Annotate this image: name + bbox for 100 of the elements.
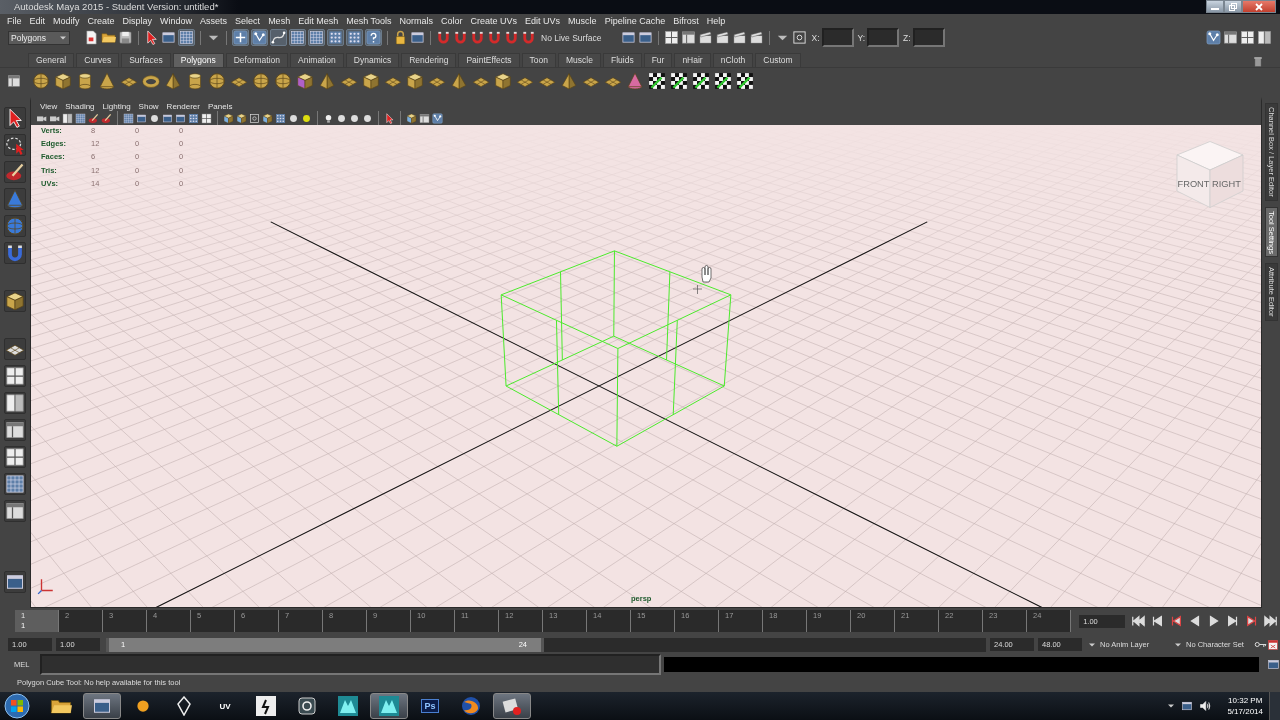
window-icon[interactable] xyxy=(621,30,637,46)
panel-menu-item[interactable]: View xyxy=(36,101,62,111)
panes-icon[interactable] xyxy=(419,112,430,124)
magnet-icon[interactable] xyxy=(453,30,468,46)
magnet-icon[interactable] xyxy=(436,30,451,46)
menu-item[interactable]: Pipeline Cache xyxy=(600,16,670,26)
taskbar-button[interactable]: UV xyxy=(206,693,244,719)
skip-to-end-icon[interactable] xyxy=(1262,614,1280,629)
menu-item[interactable]: Display xyxy=(118,16,157,26)
cylinder-icon[interactable] xyxy=(186,72,204,91)
ball-icon[interactable] xyxy=(349,112,360,124)
speaker-icon[interactable] xyxy=(1199,700,1212,712)
layout-icon[interactable] xyxy=(201,112,212,124)
cube-icon[interactable] xyxy=(262,112,273,124)
checker-icon[interactable] xyxy=(670,72,688,91)
layout-icon[interactable] xyxy=(1240,30,1255,46)
shelf-tab[interactable]: Deformation xyxy=(225,52,288,67)
shelf-tab[interactable]: Polygons xyxy=(172,52,224,67)
menu-item[interactable]: Create UVs xyxy=(466,16,522,26)
grid-icon[interactable] xyxy=(289,29,306,47)
menu-item[interactable]: Muscle xyxy=(564,16,601,26)
pyramid-icon[interactable] xyxy=(318,72,336,91)
menu-item[interactable]: Help xyxy=(702,16,730,26)
restore-icon[interactable] xyxy=(1229,2,1237,11)
lock-icon[interactable] xyxy=(393,30,408,46)
ball-icon[interactable] xyxy=(149,112,160,124)
taskbar-button[interactable] xyxy=(83,693,121,719)
magnet-icon[interactable] xyxy=(470,30,485,46)
cube-icon[interactable] xyxy=(4,289,26,312)
cube-icon[interactable] xyxy=(362,72,380,91)
shelf-tab[interactable]: Custom xyxy=(755,52,801,67)
shelf-tab[interactable]: Animation xyxy=(290,52,344,67)
minimize-button[interactable] xyxy=(1206,0,1224,13)
pyramid-icon[interactable] xyxy=(560,72,578,91)
menu-item[interactable]: Assets xyxy=(196,16,232,26)
checker-icon[interactable] xyxy=(714,72,732,91)
menu-item[interactable]: Edit Mesh xyxy=(294,16,343,26)
panel-menu-item[interactable]: Shading xyxy=(61,101,99,111)
ball-icon[interactable] xyxy=(288,112,299,124)
window-icon[interactable] xyxy=(638,30,654,46)
shelf-tab[interactable]: nHair xyxy=(674,52,711,67)
menu-item[interactable]: Select xyxy=(231,16,265,26)
plane-icon[interactable] xyxy=(4,337,26,360)
clapper-icon[interactable] xyxy=(749,30,765,46)
shelf-tab[interactable]: Toon xyxy=(521,52,556,67)
arrow-icon[interactable] xyxy=(144,30,159,46)
window-icon[interactable] xyxy=(175,112,186,124)
shelf-tab[interactable]: PaintEffects xyxy=(458,52,520,67)
skip-to-start-icon[interactable] xyxy=(1129,614,1147,629)
nodes-icon[interactable] xyxy=(251,29,268,47)
coord-field[interactable] xyxy=(821,28,854,48)
nodes-icon[interactable] xyxy=(432,112,443,124)
dots-icon[interactable] xyxy=(188,112,199,124)
view-cube[interactable]: FRONT RIGHT xyxy=(1171,136,1249,212)
checker-icon[interactable] xyxy=(692,72,710,91)
menu-item[interactable]: Edit UVs xyxy=(521,16,565,26)
split-icon[interactable] xyxy=(4,391,26,414)
help-icon[interactable] xyxy=(365,29,382,47)
shelf-tab[interactable]: Rendering xyxy=(401,52,457,67)
panes-icon[interactable] xyxy=(681,30,697,46)
pyramid-icon[interactable] xyxy=(164,72,182,91)
caret-icon[interactable] xyxy=(1167,702,1176,710)
target-icon[interactable] xyxy=(792,30,808,46)
cone-icon[interactable] xyxy=(98,72,116,91)
start-button[interactable] xyxy=(4,693,30,719)
panel-menu-item[interactable]: Renderer xyxy=(162,101,204,111)
cube-icon[interactable] xyxy=(54,72,72,91)
close-button[interactable] xyxy=(1242,0,1276,13)
folder-icon[interactable] xyxy=(101,30,116,46)
taskbar-button[interactable]: Ps xyxy=(411,693,449,719)
coord-field[interactable] xyxy=(912,28,945,48)
light-icon[interactable] xyxy=(323,112,334,124)
sphere-icon[interactable] xyxy=(208,72,226,91)
panes-icon[interactable] xyxy=(7,74,21,89)
grid-icon[interactable] xyxy=(178,29,195,47)
window-icon[interactable] xyxy=(136,112,147,124)
ball-icon[interactable] xyxy=(301,112,312,124)
checker-icon[interactable] xyxy=(648,72,666,91)
arrow-icon[interactable] xyxy=(384,112,395,124)
shelf-tab[interactable]: Curves xyxy=(76,52,120,67)
layout-icon[interactable] xyxy=(4,445,26,468)
shelf-tab[interactable]: Dynamics xyxy=(345,52,400,67)
split-icon[interactable] xyxy=(1257,30,1272,46)
cube-icon[interactable] xyxy=(236,112,247,124)
menu-item[interactable]: Modify xyxy=(49,16,84,26)
magnet-icon[interactable] xyxy=(4,241,26,264)
brush-icon[interactable] xyxy=(4,160,26,183)
save-icon[interactable] xyxy=(118,30,133,46)
window-icon[interactable] xyxy=(161,30,176,46)
menu-item[interactable]: Normals xyxy=(395,16,438,26)
ball-icon[interactable] xyxy=(336,112,347,124)
layout-icon[interactable] xyxy=(4,364,26,387)
clapper-icon[interactable] xyxy=(732,30,748,46)
shelf-tab[interactable]: Muscle xyxy=(558,52,601,67)
close-icon[interactable] xyxy=(1255,2,1263,11)
magnet-icon[interactable] xyxy=(504,30,519,46)
menu-item[interactable]: File xyxy=(3,16,26,26)
taskbar-button[interactable] xyxy=(493,693,531,719)
clapper-icon[interactable] xyxy=(698,30,714,46)
window-icon[interactable] xyxy=(162,112,173,124)
